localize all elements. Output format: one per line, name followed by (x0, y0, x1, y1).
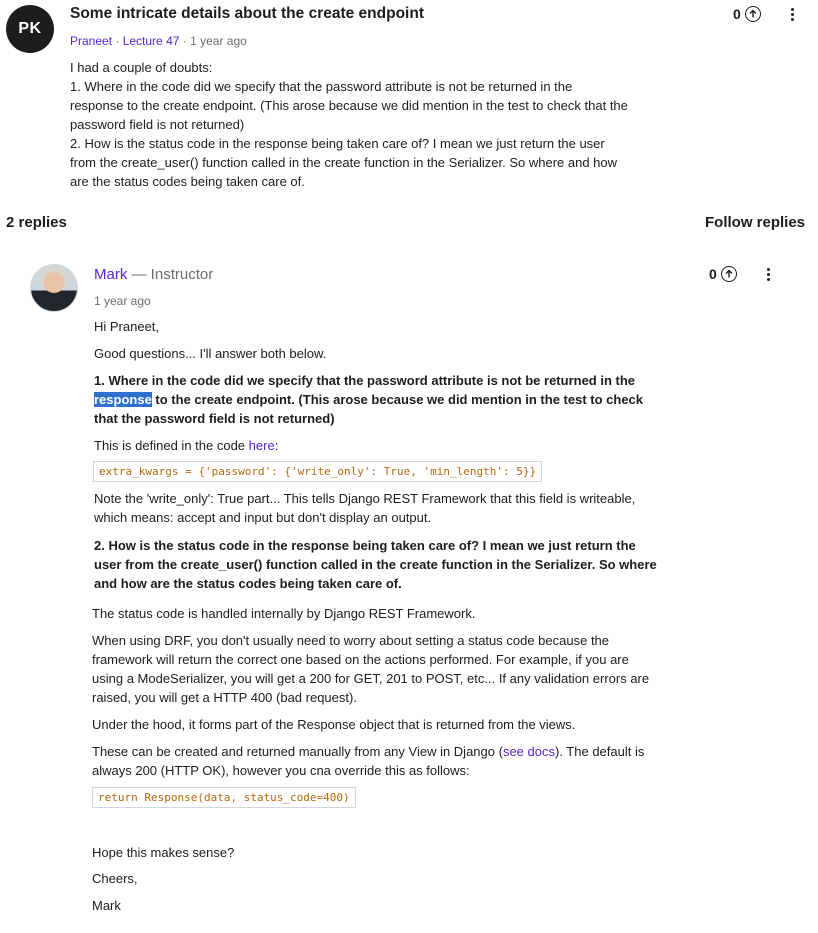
question-line: response to the create endpoint. (This a… (70, 98, 628, 113)
reply-author-role: — Instructor (131, 266, 214, 283)
drf-explanation: When using DRF, you don't usually need t… (92, 633, 650, 705)
question-line: 2. How is the status code in the respons… (70, 136, 605, 151)
quote-line: and how are the status codes being taken… (94, 576, 402, 591)
upvote-count: 0 (733, 6, 741, 22)
author-avatar[interactable]: PK (6, 5, 54, 53)
question-line: password field is not returned) (70, 117, 245, 132)
reply-time: 1 year ago (94, 294, 151, 308)
reply-intro: Good questions... I'll answer both below… (94, 346, 327, 361)
more-options-icon[interactable] (766, 268, 770, 281)
status-handled-text: The status code is handled internally by… (92, 606, 476, 621)
write-only-note: Note the 'write_only': True part... This… (94, 491, 636, 525)
replies-count: 2 replies (6, 214, 67, 231)
instructor-avatar[interactable] (30, 264, 78, 312)
quote-line: user from the create_user() function cal… (94, 557, 657, 572)
closing-cheers: Cheers, (92, 871, 138, 886)
question-upvote[interactable]: 0 (733, 6, 761, 22)
reply-upvote[interactable]: 0 (709, 266, 737, 282)
question-line: 1. Where in the code did we specify that… (70, 79, 573, 94)
code-block-extra-kwargs: extra_kwargs = {'password': {'write_only… (93, 461, 543, 482)
quoted-question-2: 2. How is the status code in the respons… (94, 536, 657, 593)
lecture-link[interactable]: Lecture 47 (123, 34, 180, 48)
arrow-up-icon[interactable] (720, 266, 737, 282)
question-title: Some intricate details about the create … (70, 5, 424, 22)
arrow-up-icon[interactable] (744, 6, 761, 22)
closing-signature: Mark (92, 898, 121, 913)
question-line: from the create_user() function called i… (70, 155, 618, 170)
reply-greeting: Hi Praneet, (94, 319, 160, 334)
reply-author: Mark — Instructor (94, 266, 213, 283)
highlighted-word: response (94, 392, 152, 407)
code-block-return-response: return Response(data, status_code=400) (92, 787, 356, 808)
question-body: I had a couple of doubts: 1. Where in th… (70, 58, 680, 191)
quote-line: 1. Where in the code did we specify that… (94, 373, 636, 388)
quote-line: response to the create endpoint. (This a… (94, 392, 644, 407)
question-time: 1 year ago (190, 34, 247, 48)
more-options-icon[interactable] (790, 8, 794, 21)
see-docs-link[interactable]: see docs (503, 744, 555, 759)
manual-response-text: These can be created and returned manual… (92, 744, 645, 778)
quoted-question-1: 1. Where in the code did we specify that… (94, 371, 643, 428)
reply-author-name[interactable]: Mark (94, 266, 127, 283)
under-the-hood-text: Under the hood, it forms part of the Res… (92, 717, 576, 732)
author-link[interactable]: Praneet (70, 34, 112, 48)
question-meta: Praneet · Lecture 47 · 1 year ago (70, 34, 247, 48)
follow-replies-button[interactable]: Follow replies (705, 214, 805, 231)
closing-question: Hope this makes sense? (92, 845, 235, 860)
here-link[interactable]: here (249, 438, 275, 453)
quote-line: 2. How is the status code in the respons… (94, 538, 636, 553)
quote-line: that the password field is not returned) (94, 411, 335, 426)
defined-in-code: This is defined in the code here: (94, 438, 279, 453)
question-line: are the status codes being taken care of… (70, 174, 305, 189)
upvote-count: 0 (709, 266, 717, 282)
question-line: I had a couple of doubts: (70, 60, 213, 75)
